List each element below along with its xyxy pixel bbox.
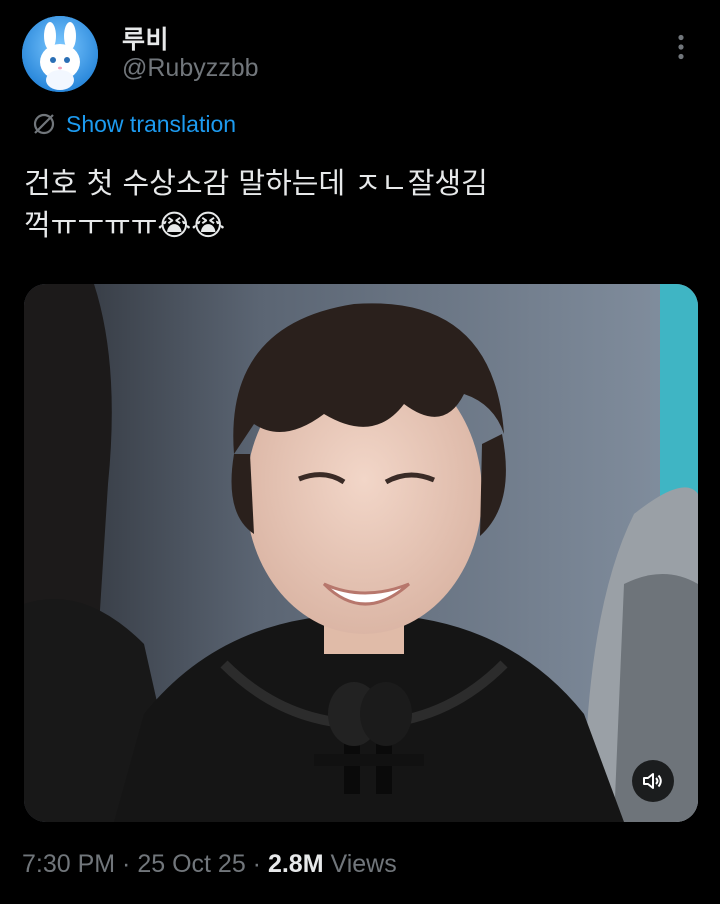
separator-dot: · bbox=[245, 850, 268, 878]
display-name[interactable]: 루비 bbox=[122, 20, 169, 56]
user-handle[interactable]: @Rubyzzbb bbox=[122, 54, 259, 83]
views-count: 2.8M bbox=[267, 850, 324, 878]
speaker-muted-icon bbox=[643, 773, 662, 789]
more-vertical-icon bbox=[678, 34, 684, 60]
views-label: Views bbox=[323, 850, 397, 878]
video-frame bbox=[24, 284, 698, 822]
tweet-time[interactable]: 7:30 PM bbox=[22, 850, 115, 878]
author-avatar[interactable] bbox=[22, 16, 98, 92]
tweet-metadata: 7:30 PM · 25 Oct 25 · 2.8M Views bbox=[22, 850, 397, 879]
separator-dot: · bbox=[115, 850, 138, 878]
bunny-avatar-icon bbox=[22, 16, 98, 92]
tweet-date[interactable]: 25 Oct 25 bbox=[137, 850, 245, 878]
tweet-text: 건호 첫 수상소감 말하는데 ㅈㄴ잘생김 꺽ㅠㅜㅠㅠ😭😭 bbox=[24, 166, 488, 242]
mute-toggle-button[interactable] bbox=[632, 760, 674, 802]
tweet-video[interactable] bbox=[24, 284, 698, 822]
translate-globe-icon bbox=[33, 113, 55, 135]
show-translation-label: Show translation bbox=[66, 110, 237, 137]
show-translation-button[interactable]: Show translation bbox=[32, 109, 236, 139]
more-options-button[interactable] bbox=[666, 30, 696, 64]
